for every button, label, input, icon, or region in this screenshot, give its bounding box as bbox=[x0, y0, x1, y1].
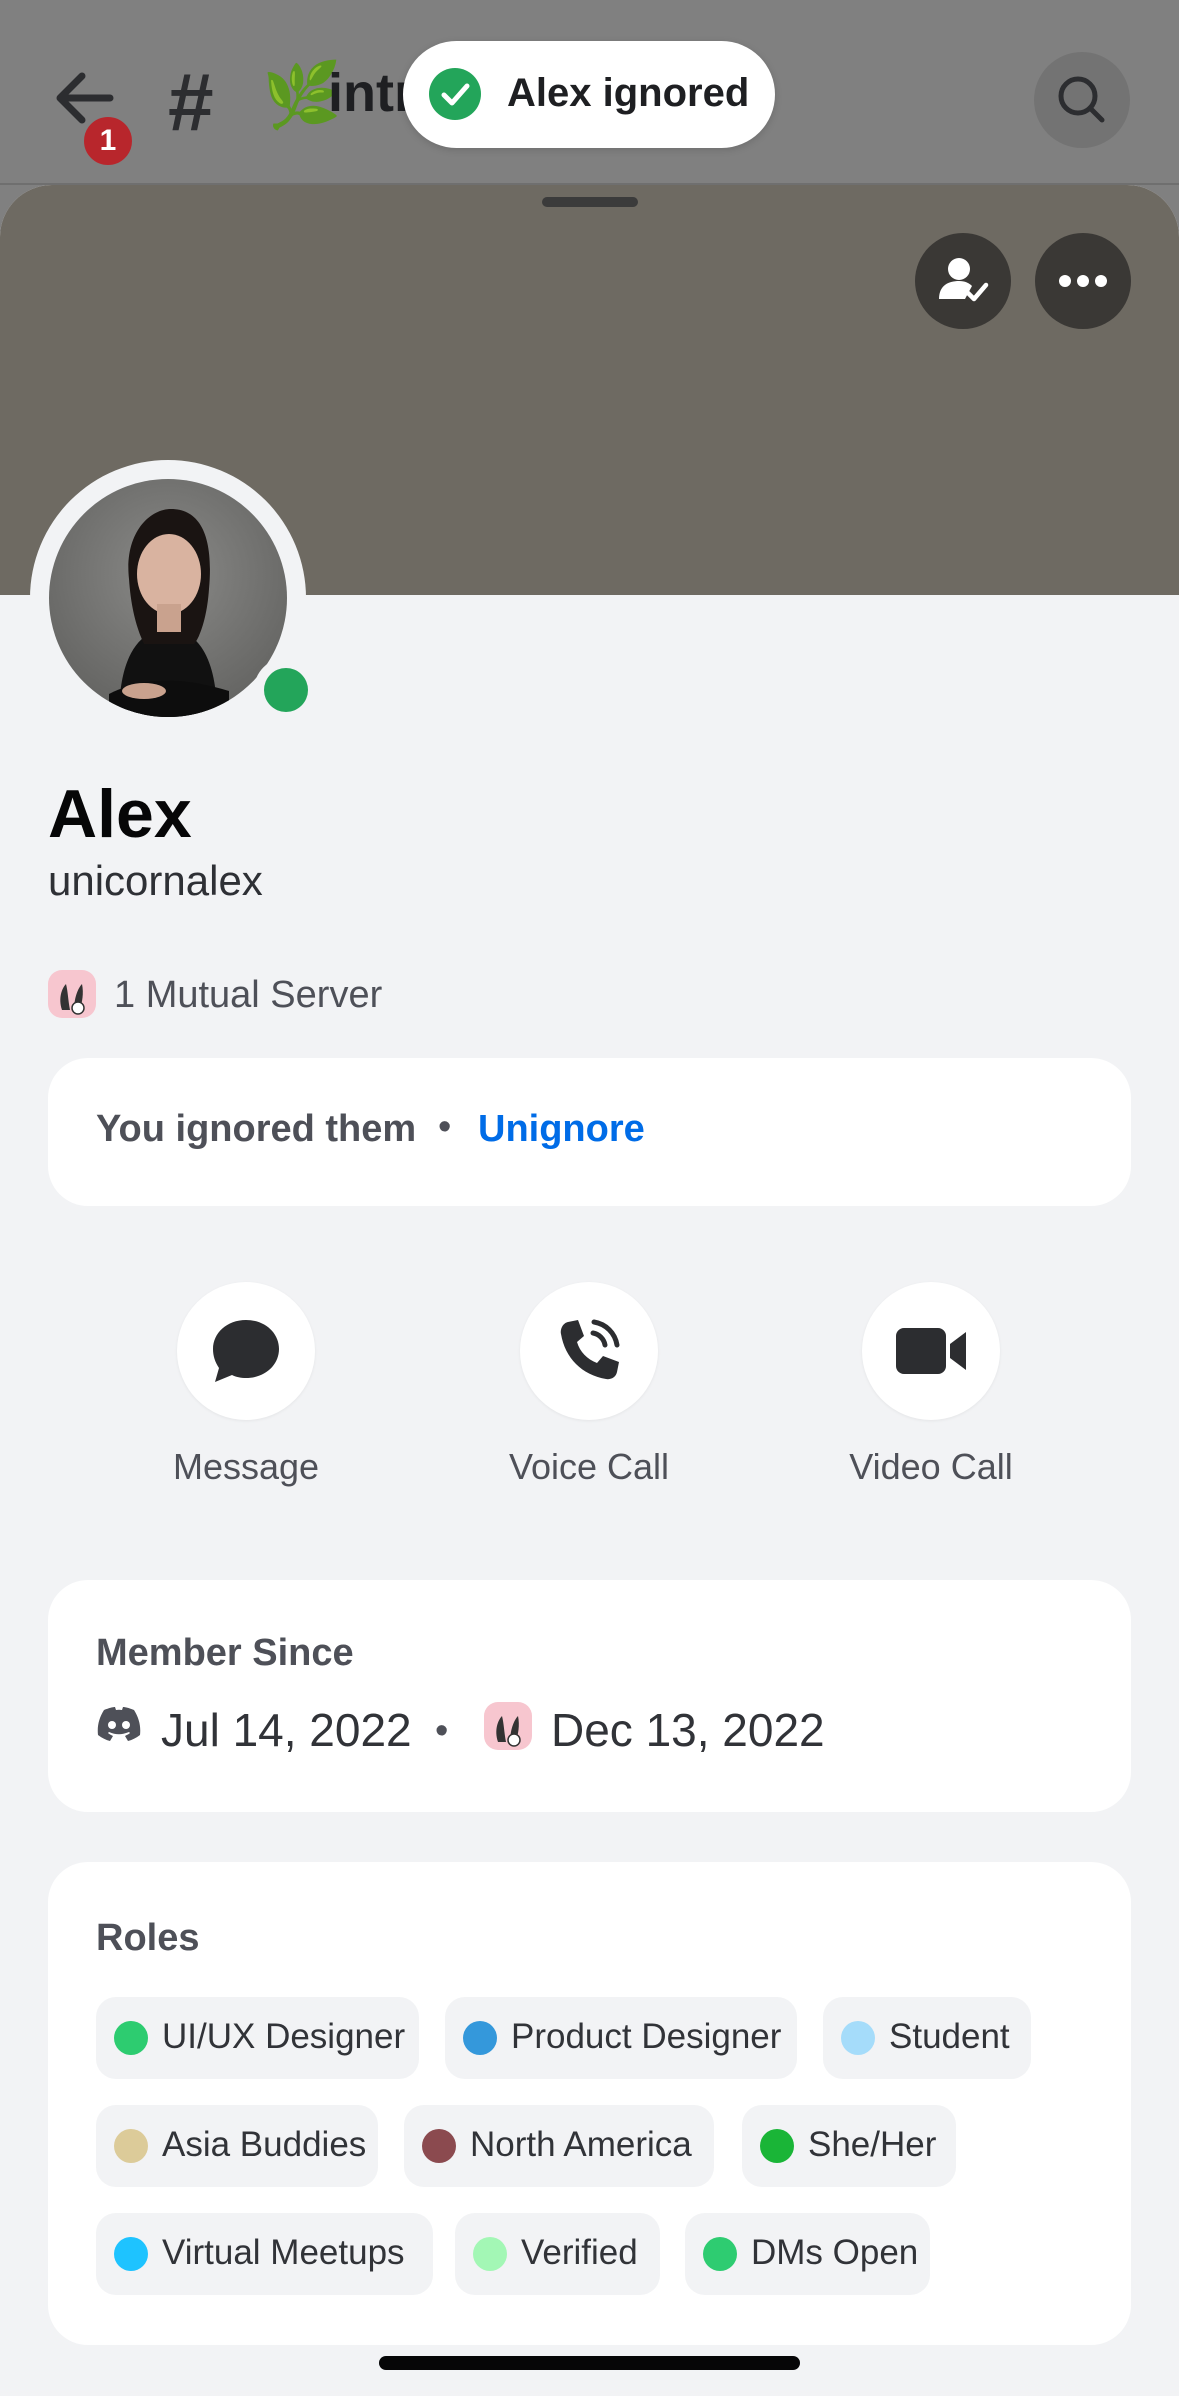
role-label: North America bbox=[470, 2125, 692, 2164]
role-label: Virtual Meetups bbox=[162, 2233, 405, 2272]
roles-card: Roles UI/UX Designer Product Designer St… bbox=[48, 1862, 1131, 2345]
role-color-dot bbox=[841, 2021, 875, 2055]
server-join-date: Dec 13, 2022 bbox=[551, 1704, 825, 1756]
ignored-text: You ignored them bbox=[96, 1108, 417, 1150]
server-icon bbox=[484, 1702, 532, 1750]
video-camera-icon bbox=[896, 1328, 966, 1374]
online-status-indicator bbox=[254, 658, 318, 722]
voice-call-action[interactable]: Voice Call bbox=[489, 1282, 689, 1488]
server-icon bbox=[48, 970, 96, 1018]
role-label: Verified bbox=[521, 2233, 638, 2272]
message-button[interactable] bbox=[177, 1282, 315, 1420]
role-chip[interactable]: UI/UX Designer bbox=[96, 1997, 419, 2079]
phone-icon bbox=[560, 1319, 620, 1380]
role-color-dot bbox=[473, 2237, 507, 2271]
video-call-label: Video Call bbox=[849, 1446, 1013, 1487]
role-color-dot bbox=[463, 2021, 497, 2055]
mutual-servers-label: 1 Mutual Server bbox=[114, 974, 383, 1016]
role-color-dot bbox=[422, 2129, 456, 2163]
toast-text: Alex ignored bbox=[507, 71, 750, 115]
role-label: UI/UX Designer bbox=[162, 2017, 406, 2056]
home-indicator[interactable] bbox=[379, 2356, 800, 2370]
avatar bbox=[49, 479, 287, 717]
more-options-button[interactable] bbox=[1035, 233, 1131, 329]
video-call-button[interactable] bbox=[862, 1282, 1000, 1420]
ignored-notice: You ignored them • Unignore bbox=[48, 1058, 1131, 1206]
search-icon bbox=[1058, 76, 1105, 123]
video-call-action[interactable]: Video Call bbox=[831, 1282, 1031, 1488]
separator-dot: • bbox=[435, 1710, 449, 1752]
role-color-dot bbox=[760, 2129, 794, 2163]
role-label: She/Her bbox=[808, 2125, 937, 2164]
message-action[interactable]: Message bbox=[146, 1282, 346, 1488]
role-chip[interactable]: Student bbox=[823, 1997, 1031, 2079]
role-chip[interactable]: She/Her bbox=[742, 2105, 956, 2187]
member-since-card: Member Since Jul 14, 2022 • Dec 13, 2022 bbox=[48, 1580, 1131, 1812]
search-button[interactable] bbox=[1034, 52, 1130, 148]
separator-dot: • bbox=[438, 1106, 452, 1148]
role-chip[interactable]: Verified bbox=[455, 2213, 660, 2295]
friend-check-icon bbox=[939, 258, 989, 302]
role-color-dot bbox=[114, 2021, 148, 2055]
chat-bubble-icon bbox=[213, 1320, 279, 1382]
toast-notification: Alex ignored bbox=[403, 41, 775, 148]
role-color-dot bbox=[114, 2129, 148, 2163]
unread-badge: 1 bbox=[80, 113, 136, 169]
voice-call-button[interactable] bbox=[520, 1282, 658, 1420]
role-label: DMs Open bbox=[751, 2233, 919, 2272]
avatar-container[interactable] bbox=[30, 460, 318, 736]
check-icon bbox=[429, 68, 481, 120]
voice-call-label: Voice Call bbox=[508, 1446, 670, 1487]
display-name: Alex bbox=[48, 776, 192, 852]
message-label: Message bbox=[172, 1446, 320, 1487]
role-chip[interactable]: Product Designer bbox=[445, 1997, 797, 2079]
channel-name[interactable]: intr bbox=[328, 62, 415, 124]
role-chip[interactable]: North America bbox=[404, 2105, 714, 2187]
role-chip[interactable]: DMs Open bbox=[685, 2213, 930, 2295]
role-chip[interactable]: Asia Buddies bbox=[96, 2105, 378, 2187]
role-chip[interactable]: Virtual Meetups bbox=[96, 2213, 433, 2295]
role-label: Asia Buddies bbox=[162, 2125, 367, 2164]
username[interactable]: unicornalex bbox=[48, 857, 263, 905]
discord-logo-icon bbox=[96, 1706, 142, 1747]
role-label: Student bbox=[889, 2017, 1010, 2056]
more-dots-icon bbox=[1059, 275, 1107, 287]
role-color-dot bbox=[114, 2237, 148, 2271]
role-color-dot bbox=[703, 2237, 737, 2271]
add-friend-button[interactable] bbox=[915, 233, 1011, 329]
profile-sheet: Alex unicornalex 1 Mutual Server You ign… bbox=[0, 185, 1179, 2396]
discord-join-date: Jul 14, 2022 bbox=[161, 1704, 412, 1756]
channel-hash-icon: # bbox=[168, 57, 214, 148]
roles-title: Roles bbox=[96, 1917, 200, 1959]
role-label: Product Designer bbox=[511, 2017, 782, 2056]
member-since-title: Member Since bbox=[96, 1632, 354, 1674]
unignore-link[interactable]: Unignore bbox=[478, 1108, 645, 1151]
sheet-drag-handle[interactable] bbox=[542, 197, 638, 207]
